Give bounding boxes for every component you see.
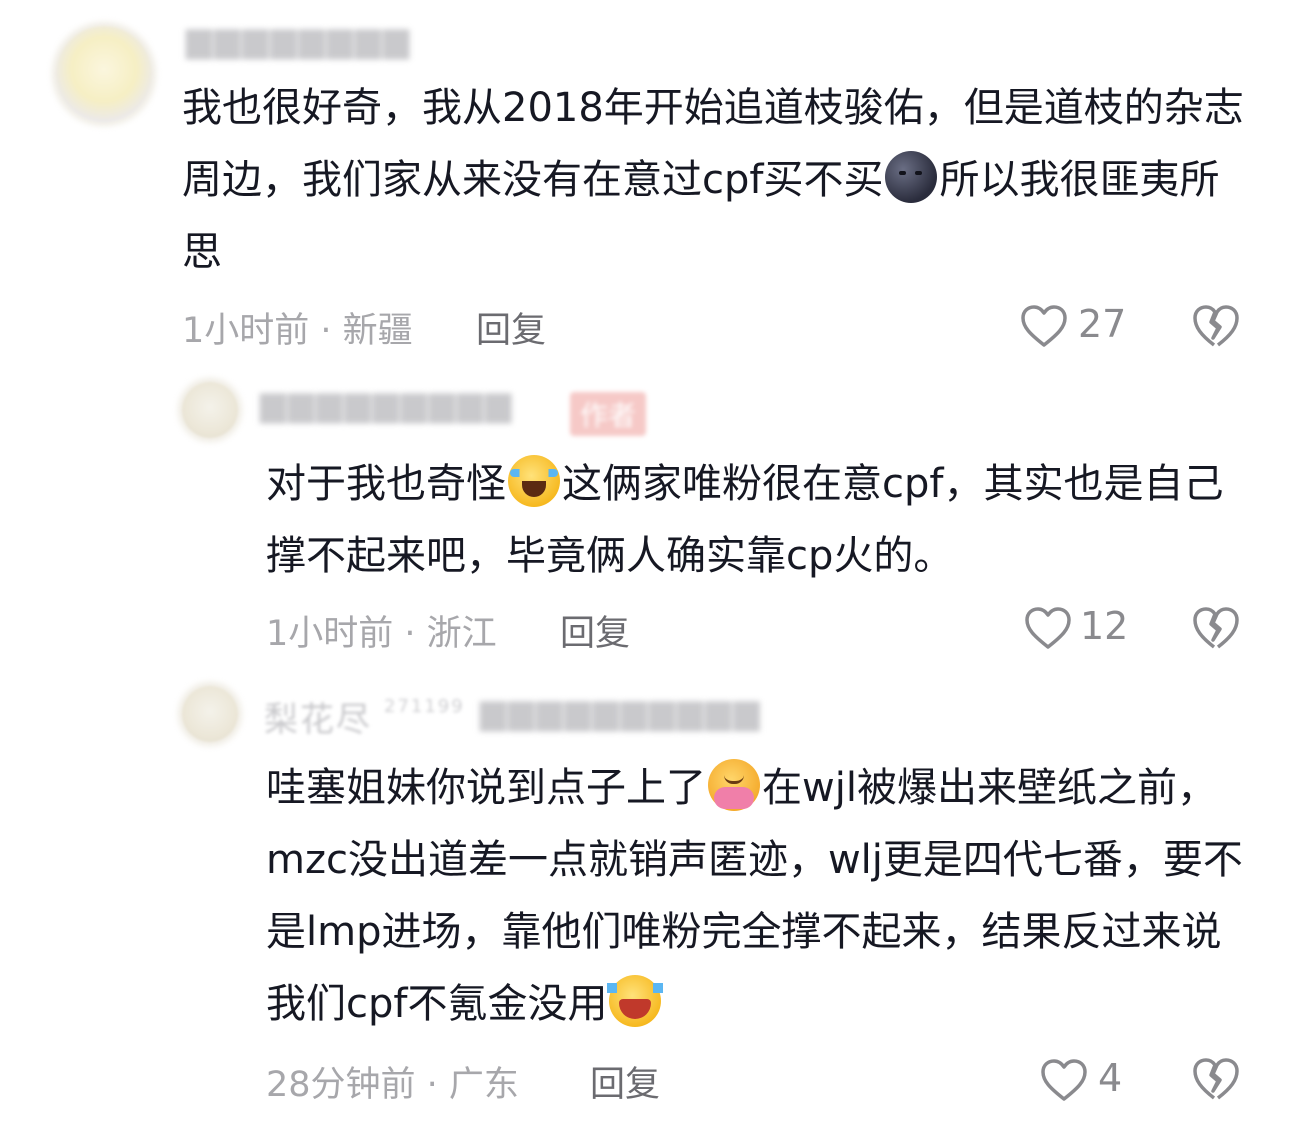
author-badge: 作者 [570,392,647,436]
rolling-laughing-face-emoji-icon [607,975,664,1027]
reply-button[interactable]: 回复 [560,605,630,656]
blurred-username[interactable]: ▆▆▆▆▆▆▆▆ [186,20,411,60]
commenter-avatar[interactable] [182,382,238,438]
commenter-avatar[interactable] [56,26,152,122]
like-count: 4 [1098,1056,1123,1100]
loudly-crying-face-emoji-icon [508,455,560,507]
comment-text: 哇塞姐妹你说到点子上了 在wjl被爆出来壁纸之前，mzc没出道差一点就销声匿迹，w… [266,752,1256,1040]
like-count: 27 [1078,302,1127,346]
comment-time-location: 1小时前 · 浙江 [266,614,497,654]
commenter-username[interactable]: 梨花尽 [264,692,372,741]
blurred-username[interactable]: ▆▆▆▆▆▆▆▆▆ [260,384,513,424]
comment-time-location: 28分钟前 · 广东 [266,1065,519,1105]
heart-icon[interactable] [1020,304,1068,348]
comment-time-location: 1小时前 · 新疆 [182,311,413,351]
broken-heart-icon[interactable] [1192,1056,1240,1102]
reply-button[interactable]: 回复 [590,1056,660,1107]
blurred-text: ▆▆▆▆▆▆▆▆▆▆ [480,692,762,732]
heart-icon[interactable] [1040,1058,1088,1102]
reply-button[interactable]: 回复 [476,302,546,353]
heart-icon[interactable] [1024,606,1072,650]
broken-heart-icon[interactable] [1192,605,1240,651]
user-number: 271199 [384,696,465,717]
comment-text: 对于我也奇怪 这俩家唯粉很在意cpf，其实也是自己撑不起来吧，毕竟俩人确实靠cp火… [266,448,1256,592]
commenter-avatar[interactable] [182,686,238,742]
new-moon-face-emoji-icon [885,151,938,203]
hugging-face-emoji-icon [708,759,760,811]
broken-heart-icon[interactable] [1192,303,1240,349]
comment-text: 我也很好奇，我从2018年开始追道枝骏佑，但是道枝的杂志周边，我们家从来没有在意… [182,85,1244,275]
like-count: 12 [1080,604,1129,648]
